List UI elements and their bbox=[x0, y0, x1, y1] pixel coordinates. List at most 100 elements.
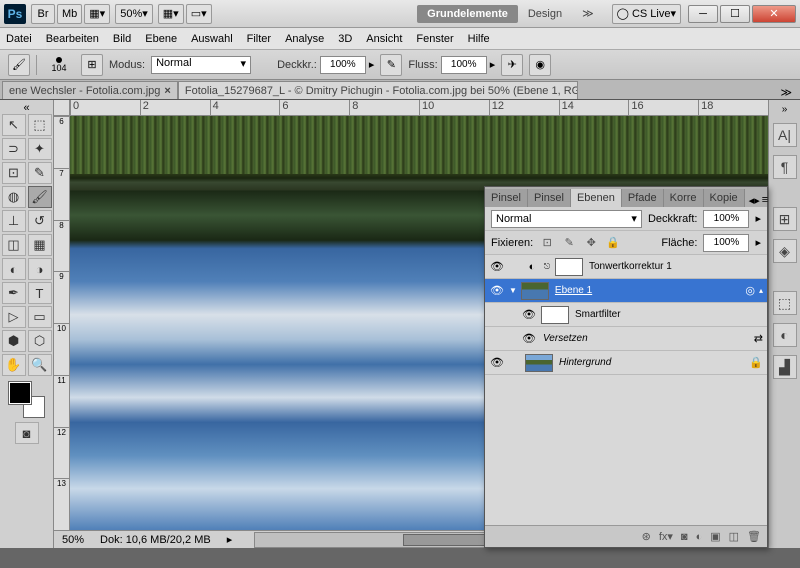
link-layers-icon[interactable]: ⊛ bbox=[642, 530, 651, 543]
stamp-tool[interactable]: ⊥ bbox=[2, 210, 26, 232]
panel-menu-icon[interactable]: ≡ bbox=[762, 194, 768, 207]
quick-select-tool[interactable]: ✦ bbox=[28, 138, 52, 160]
layer-name[interactable]: Ebene 1 bbox=[553, 285, 741, 296]
mask-thumbnail[interactable] bbox=[541, 306, 569, 324]
gradient-tool[interactable]: ▦ bbox=[28, 234, 52, 256]
layer-group-icon[interactable]: ▣ bbox=[710, 530, 720, 543]
opacity-arrow-icon[interactable]: ▸ bbox=[755, 212, 761, 225]
character-panel-icon[interactable]: A| bbox=[773, 123, 797, 147]
tool-preset-icon[interactable]: 🖌 bbox=[8, 54, 30, 76]
doc-tab-2[interactable]: Fotolia_15279687_L - © Dmitry Pichugin -… bbox=[178, 81, 578, 99]
layer-thumbnail[interactable] bbox=[525, 354, 553, 372]
ruler-origin[interactable] bbox=[54, 100, 70, 116]
brush-preview[interactable]: 104 bbox=[43, 51, 75, 79]
layer-row[interactable]: 👁 Hintergrund 🔒 bbox=[485, 351, 767, 375]
layer-row[interactable]: 👁 Smartfilter bbox=[485, 303, 767, 327]
menu-datei[interactable]: Datei bbox=[6, 33, 32, 45]
blend-mode-select[interactable]: Normal▾ bbox=[151, 56, 251, 74]
layer-row[interactable]: 👁 Versetzen ⇄ bbox=[485, 327, 767, 351]
lock-all-icon[interactable]: 🔒 bbox=[605, 235, 621, 251]
paragraph-panel-icon[interactable]: ¶ bbox=[773, 155, 797, 179]
layer-name[interactable]: Tonwertkorrektur 1 bbox=[587, 261, 763, 272]
view-extras-button[interactable]: ▦▾ bbox=[84, 4, 110, 24]
panel-tab-ebenen[interactable]: Ebenen bbox=[571, 189, 622, 207]
mask-thumbnail[interactable] bbox=[555, 258, 583, 276]
layer-expand-icon[interactable]: ▴ bbox=[759, 286, 763, 295]
panel-tab-pinsel2[interactable]: Pinsel bbox=[528, 189, 571, 207]
swatches-panel-icon[interactable]: ⊞ bbox=[773, 207, 797, 231]
filter-name[interactable]: Versetzen bbox=[541, 333, 750, 344]
fill-input[interactable] bbox=[703, 234, 749, 252]
menu-hilfe[interactable]: Hilfe bbox=[468, 33, 490, 45]
quickmask-tool[interactable]: ◙ bbox=[15, 422, 39, 444]
eyedropper-tool[interactable]: ✎ bbox=[28, 162, 52, 184]
tablet-opacity-icon[interactable]: ✎ bbox=[380, 54, 402, 76]
menu-auswahl[interactable]: Auswahl bbox=[191, 33, 233, 45]
delete-layer-icon[interactable]: 🗑 bbox=[747, 530, 761, 543]
lock-transparency-icon[interactable]: ⊡ bbox=[539, 235, 555, 251]
menu-3d[interactable]: 3D bbox=[338, 33, 352, 45]
bridge-button[interactable]: Br bbox=[31, 4, 55, 24]
blur-tool[interactable]: ◐ bbox=[2, 258, 26, 280]
navigator-panel-icon[interactable]: ⬚ bbox=[773, 291, 797, 315]
crop-tool[interactable]: ⊡ bbox=[2, 162, 26, 184]
visibility-icon[interactable]: 👁 bbox=[521, 308, 537, 321]
eraser-tool[interactable]: ◫ bbox=[2, 234, 26, 256]
adjustment-layer-icon[interactable]: ◐ bbox=[696, 531, 703, 543]
panel-nav-icon[interactable]: ◂▸ bbox=[749, 194, 760, 207]
pen-tool[interactable]: ✒ bbox=[2, 282, 26, 304]
opacity-arrow-icon[interactable]: ▸ bbox=[369, 58, 375, 71]
arrange-button[interactable]: ▦▾ bbox=[158, 4, 184, 24]
hand-tool[interactable]: ✋ bbox=[2, 354, 26, 376]
lock-position-icon[interactable]: ✥ bbox=[583, 235, 599, 251]
panel-tab-pinsel1[interactable]: Pinsel bbox=[485, 189, 528, 207]
dodge-tool[interactable]: ◑ bbox=[28, 258, 52, 280]
new-layer-icon[interactable]: ◫ bbox=[729, 530, 739, 543]
cslive-button[interactable]: ◯ CS Live ▾ bbox=[612, 4, 681, 24]
layer-style-icon[interactable]: fx▾ bbox=[659, 530, 673, 543]
menu-bearbeiten[interactable]: Bearbeiten bbox=[46, 33, 99, 45]
menu-fenster[interactable]: Fenster bbox=[416, 33, 453, 45]
histogram-panel-icon[interactable]: ▟ bbox=[773, 355, 797, 379]
brush-tool[interactable]: 🖌 bbox=[28, 186, 52, 208]
visibility-icon[interactable]: 👁 bbox=[489, 356, 505, 369]
fill-arrow-icon[interactable]: ▸ bbox=[755, 236, 761, 249]
tab-nav-icon[interactable]: ≫ bbox=[774, 86, 798, 99]
healing-tool[interactable]: ◍ bbox=[2, 186, 26, 208]
minibridge-button[interactable]: Mb bbox=[57, 4, 82, 24]
shape-tool[interactable]: ▭ bbox=[28, 306, 52, 328]
ruler-horizontal[interactable]: 024681012141618 bbox=[70, 100, 768, 116]
maximize-button[interactable]: ☐ bbox=[720, 5, 750, 23]
workspace-grundelemente[interactable]: Grundelemente bbox=[417, 5, 518, 23]
flow-arrow-icon[interactable]: ▸ bbox=[490, 58, 496, 71]
layer-opacity-input[interactable] bbox=[703, 210, 749, 228]
history-brush-tool[interactable]: ↺ bbox=[28, 210, 52, 232]
layer-row[interactable]: 👁 ◐ ⎋ Tonwertkorrektur 1 bbox=[485, 255, 767, 279]
visibility-icon[interactable]: 👁 bbox=[489, 260, 505, 273]
minimize-button[interactable]: ─ bbox=[688, 5, 718, 23]
toolbox-collapse-icon[interactable]: « bbox=[2, 102, 51, 114]
filter-options-icon[interactable]: ⇄ bbox=[754, 332, 763, 345]
type-tool[interactable]: T bbox=[28, 282, 52, 304]
menu-ansicht[interactable]: Ansicht bbox=[366, 33, 402, 45]
color-swatches[interactable] bbox=[9, 382, 45, 418]
panel-tab-korre[interactable]: Korre bbox=[664, 189, 704, 207]
workspace-more[interactable]: ≫ bbox=[572, 4, 604, 23]
zoom-select[interactable]: 50% ▾ bbox=[115, 4, 153, 24]
path-select-tool[interactable]: ▷ bbox=[2, 306, 26, 328]
marquee-tool[interactable]: ⬚ bbox=[28, 114, 52, 136]
layer-row[interactable]: 👁 ▼ Ebene 1 ◎ ▴ bbox=[485, 279, 767, 303]
opacity-input[interactable] bbox=[320, 56, 366, 74]
close-tab-icon[interactable]: × bbox=[164, 85, 170, 97]
flow-input[interactable] bbox=[441, 56, 487, 74]
screen-mode-button[interactable]: ▭▾ bbox=[186, 4, 212, 24]
collapse-icon[interactable]: ▼ bbox=[509, 286, 517, 295]
status-doc[interactable]: Dok: 10,6 MB/20,2 MB bbox=[100, 534, 211, 546]
lock-pixels-icon[interactable]: ✎ bbox=[561, 235, 577, 251]
menu-filter[interactable]: Filter bbox=[247, 33, 271, 45]
doc-tab-1[interactable]: ene Wechsler - Fotolia.com.jpg× bbox=[2, 81, 178, 99]
panel-tab-pfade[interactable]: Pfade bbox=[622, 189, 664, 207]
tablet-size-icon[interactable]: ◉ bbox=[529, 54, 551, 76]
move-tool[interactable]: ↖ bbox=[2, 114, 26, 136]
status-arrow-icon[interactable]: ▸ bbox=[227, 533, 233, 546]
